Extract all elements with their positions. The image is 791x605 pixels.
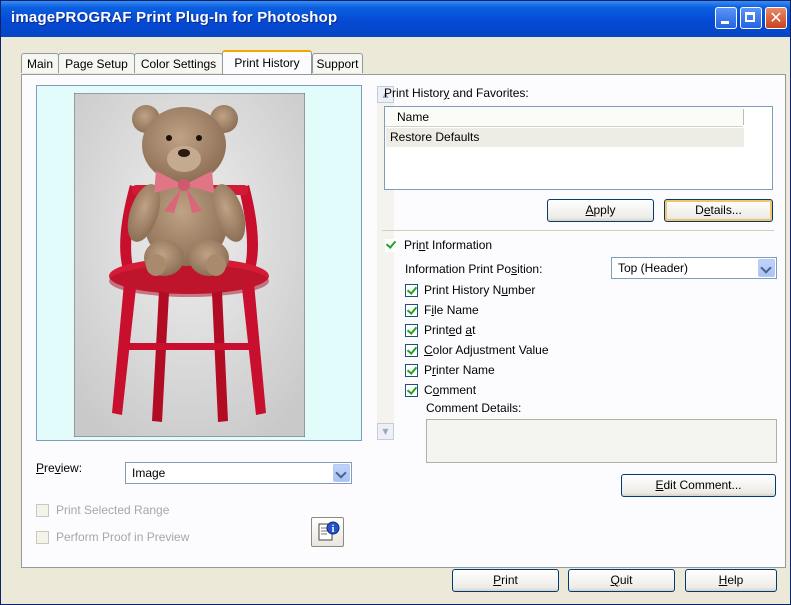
chevron-down-icon[interactable] [333,464,350,482]
preview-mode-value: Image [132,466,166,480]
printer-name-label: Printer Name [424,363,495,377]
comment-label: Comment [424,383,477,397]
scroll-down-arrow-icon[interactable]: ▼ [377,423,394,440]
history-list[interactable]: Name Restore Defaults [384,106,773,190]
position-value: Top (Header) [618,261,689,275]
minimize-button[interactable] [715,7,737,29]
tab-color-settings[interactable]: Color Settings [134,53,223,73]
details-button[interactable]: Details... [664,199,773,222]
apply-button[interactable]: Apply [547,199,654,222]
tab-support[interactable]: Support [312,53,363,73]
history-section-label: Print History and Favorites: [384,86,529,100]
document-info-icon: i [318,521,340,541]
help-button[interactable]: Help [685,569,777,592]
printer-name-checkbox[interactable] [405,364,418,377]
print-selected-range-label: Print Selected Range [56,503,170,517]
list-column-name[interactable]: Name [385,107,743,127]
tab-main[interactable]: Main [21,53,59,73]
quit-button[interactable]: Quit [568,569,675,592]
preview-image [74,93,305,437]
printed-at-label: Printed at [424,323,476,337]
title-bar[interactable]: imagePROGRAF Print Plug-In for Photoshop… [1,1,790,37]
preview-pane: ▲ ▼ [36,85,394,441]
print-information-label: Print Information [404,238,493,252]
comment-details-field[interactable] [426,419,777,463]
position-select[interactable]: Top (Header) [611,257,777,279]
close-icon: ✕ [769,8,783,27]
file-name-checkbox[interactable] [405,304,418,317]
edit-comment-button[interactable]: Edit Comment... [621,474,776,497]
column-separator [743,109,744,125]
comment-checkbox[interactable] [405,384,418,397]
printed-at-checkbox[interactable] [405,324,418,337]
color-adjustment-label: Color Adjustment Value [424,343,549,357]
position-label: Information Print Position: [405,262,543,276]
color-adjustment-checkbox[interactable] [405,344,418,357]
chevron-down-icon[interactable] [758,259,775,277]
file-name-label: File Name [424,303,479,317]
print-button[interactable]: Print [452,569,559,592]
perform-proof-label: Perform Proof in Preview [56,530,190,544]
tab-page-setup[interactable]: Page Setup [58,53,135,73]
maximize-button[interactable] [740,7,762,29]
window-title: imagePROGRAF Print Plug-In for Photoshop [11,9,338,26]
perform-proof-checkbox[interactable] [36,531,49,544]
plugin-dialog: imagePROGRAF Print Plug-In for Photoshop… [0,0,791,605]
comment-details-label: Comment Details: [426,401,522,415]
print-history-number-checkbox[interactable] [405,284,418,297]
divider [382,230,774,231]
list-item[interactable]: Restore Defaults [386,128,744,147]
svg-text:i: i [332,524,335,535]
close-button[interactable]: ✕ [765,7,787,29]
preview-label: Preview: [36,461,83,475]
check-icon [385,239,398,252]
preview-mode-select[interactable]: Image [125,462,352,484]
print-history-number-label: Print History Number [424,283,536,297]
preview-info-button[interactable]: i [311,517,344,547]
print-selected-range-checkbox[interactable] [36,504,49,517]
tab-print-history[interactable]: Print History [222,50,312,74]
